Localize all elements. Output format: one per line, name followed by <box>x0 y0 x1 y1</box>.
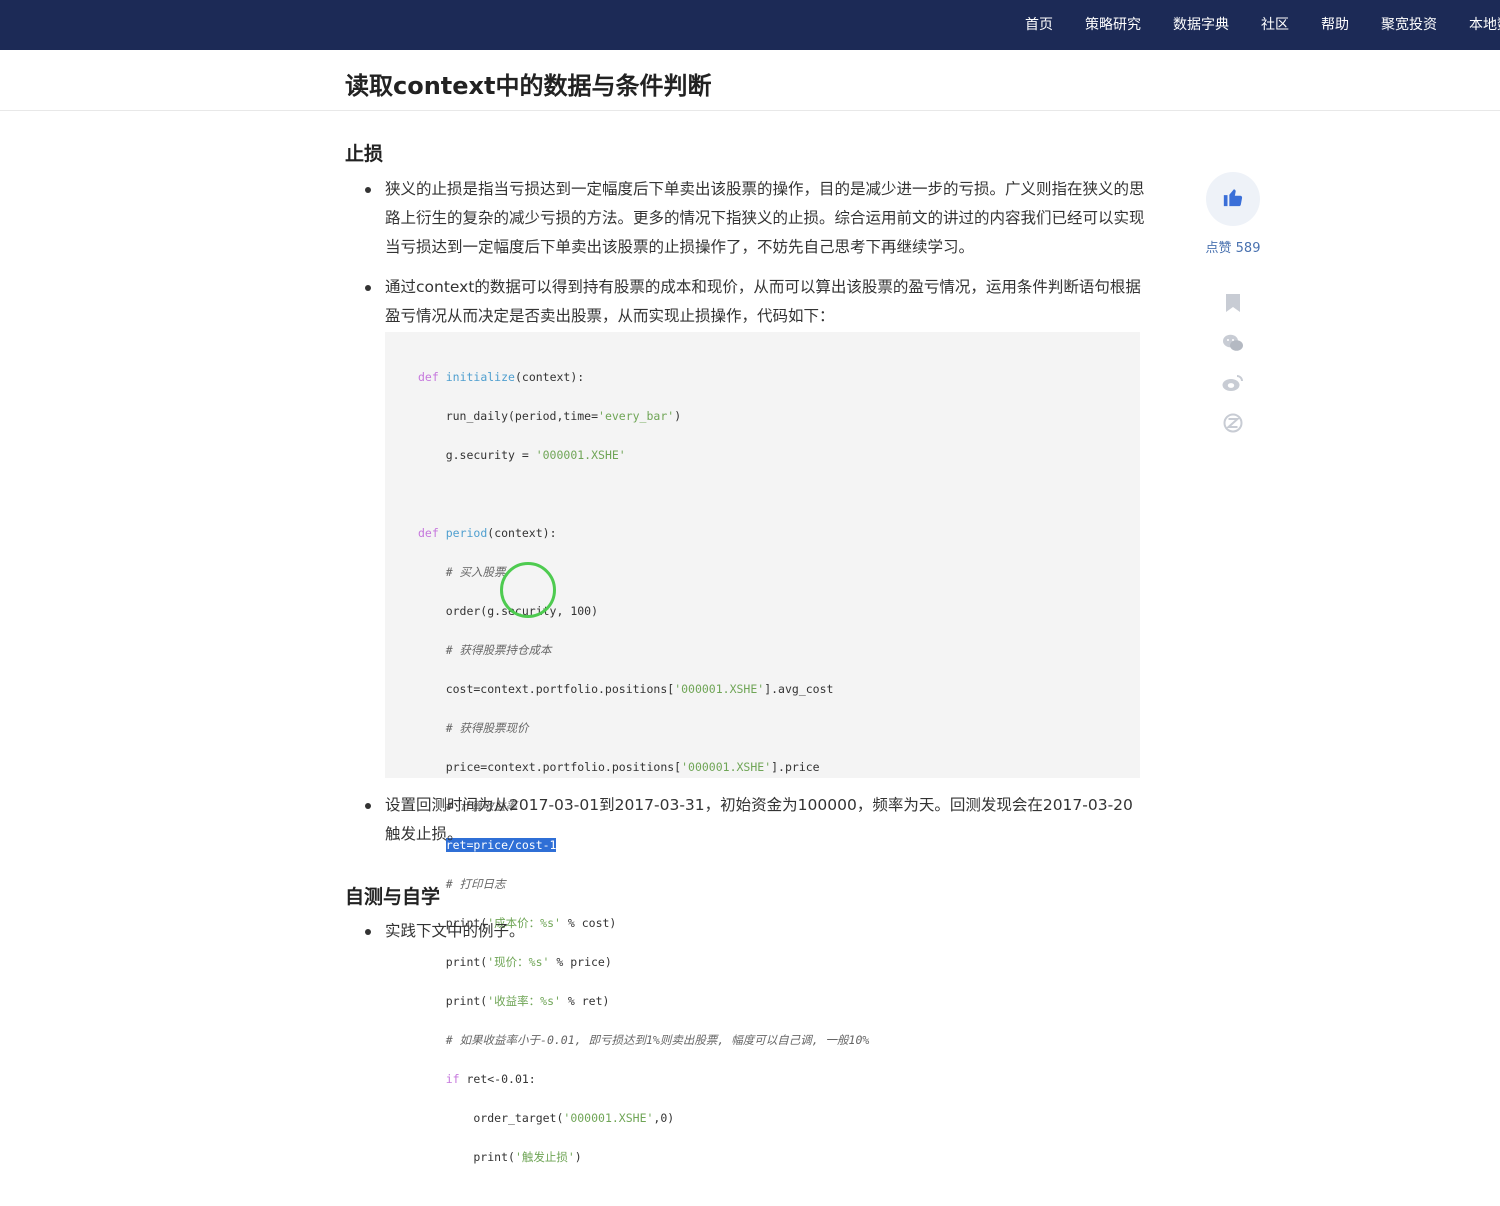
code-text: (context): <box>487 525 557 540</box>
code-function-name: period <box>445 525 488 540</box>
code-text: % ret) <box>560 993 610 1008</box>
code-string: '000001.XSHE' <box>563 1110 654 1125</box>
code-text: % price) <box>549 954 612 969</box>
code-text: ].avg_cost <box>764 681 834 696</box>
bullet-dot <box>365 929 371 935</box>
nav-item-strategy-research[interactable]: 策略研究 <box>1085 0 1141 50</box>
section-heading-self-study: 自测与自学 <box>345 886 441 908</box>
like-button[interactable] <box>1206 172 1260 226</box>
code-comment: # 获得股票现价 <box>418 720 529 735</box>
section-heading-stop-loss: 止损 <box>345 143 384 165</box>
code-text: print( <box>418 993 488 1008</box>
code-function-name: initialize <box>445 369 515 384</box>
code-text: price=context.portfolio.positions[ <box>418 759 682 774</box>
code-text: order_target( <box>418 1110 564 1125</box>
code-text: g.security = <box>418 447 536 462</box>
list-item: 狭义的止损是指当亏损达到一定幅度后下单卖出该股票的操作，目的是减少进一步的亏损。… <box>365 175 1145 262</box>
bullet-dot <box>365 187 371 193</box>
page-title: 读取context中的数据与条件判断 <box>345 72 712 100</box>
title-bar: 读取context中的数据与条件判断 <box>0 50 1500 111</box>
like-count[interactable]: 点赞 589 <box>1200 237 1266 256</box>
code-string: '收益率：%s' <box>487 993 561 1008</box>
paragraph-text: 设置回测时间为从2017-03-01到2017-03-31，初始资金为10000… <box>385 796 1133 843</box>
nav-item-help[interactable]: 帮助 <box>1321 0 1349 50</box>
bullet-dot <box>365 803 371 809</box>
code-text: cost=context.portfolio.positions[ <box>418 681 675 696</box>
thumbs-up-icon <box>1222 186 1244 212</box>
code-text: ,0) <box>653 1110 675 1125</box>
code-comment: # 如果收益率小于-0.01, 即亏损达到1%则卖出股票, 幅度可以自己调, 一… <box>418 1032 870 1047</box>
code-comment: # 买入股票 <box>418 564 506 579</box>
code-text: (context): <box>514 369 585 384</box>
code-string: '现价：%s' <box>487 954 550 969</box>
nav-item-data-dictionary[interactable]: 数据字典 <box>1173 0 1229 50</box>
paragraph-text: 实践下文中的例子。 <box>385 922 525 940</box>
code-keyword: def <box>418 525 439 540</box>
code-text: order(g.security, 100) <box>418 603 599 618</box>
nav-item-local-data[interactable]: 本地数据 <box>1469 0 1500 50</box>
code-keyword: if <box>445 1071 460 1086</box>
bullet-dot <box>365 285 371 291</box>
code-text: ].price <box>771 759 820 774</box>
list-item: 通过context的数据可以得到持有股票的成本和现价，从而可以算出该股票的盈亏情… <box>365 273 1145 331</box>
code-content[interactable]: def initialize(context): run_daily(perio… <box>418 348 869 1206</box>
nav-item-community[interactable]: 社区 <box>1261 0 1289 50</box>
weibo-icon[interactable] <box>1222 372 1244 394</box>
wechat-icon[interactable] <box>1222 332 1244 354</box>
top-nav-bar: 首页 策略研究 数据字典 社区 帮助 聚宽投资 本地数据 <box>0 0 1500 50</box>
code-text: ret<-0.01: <box>459 1071 536 1086</box>
list-item: 设置回测时间为从2017-03-01到2017-03-31，初始资金为10000… <box>365 791 1145 849</box>
code-comment: # 获得股票持仓成本 <box>418 642 552 657</box>
code-text: run_daily(period,time= <box>418 408 599 423</box>
code-text: print( <box>418 1149 515 1164</box>
nav-item-joinquant-invest[interactable]: 聚宽投资 <box>1381 0 1437 50</box>
code-string: '000001.XSHE' <box>681 759 772 774</box>
code-block[interactable]: def initialize(context): run_daily(perio… <box>385 332 1140 1164</box>
list-item: 实践下文中的例子。 <box>365 917 1145 946</box>
code-text: ) <box>574 1149 582 1164</box>
code-keyword: def <box>418 369 439 384</box>
bookmark-icon[interactable] <box>1222 292 1244 314</box>
paragraph-text: 通过context的数据可以得到持有股票的成本和现价，从而可以算出该股票的盈亏情… <box>385 278 1141 325</box>
code-string: '000001.XSHE' <box>535 447 626 462</box>
code-text: print( <box>418 954 488 969</box>
code-string: 'every_bar' <box>598 408 675 423</box>
code-string: '000001.XSHE' <box>674 681 765 696</box>
nav-item-home[interactable]: 首页 <box>1025 0 1053 50</box>
paragraph-text: 狭义的止损是指当亏损达到一定幅度后下单卖出该股票的操作，目的是减少进一步的亏损。… <box>385 180 1145 256</box>
qzone-icon[interactable] <box>1222 412 1244 434</box>
code-string: '触发止损' <box>514 1149 575 1164</box>
code-text: ) <box>674 408 682 423</box>
